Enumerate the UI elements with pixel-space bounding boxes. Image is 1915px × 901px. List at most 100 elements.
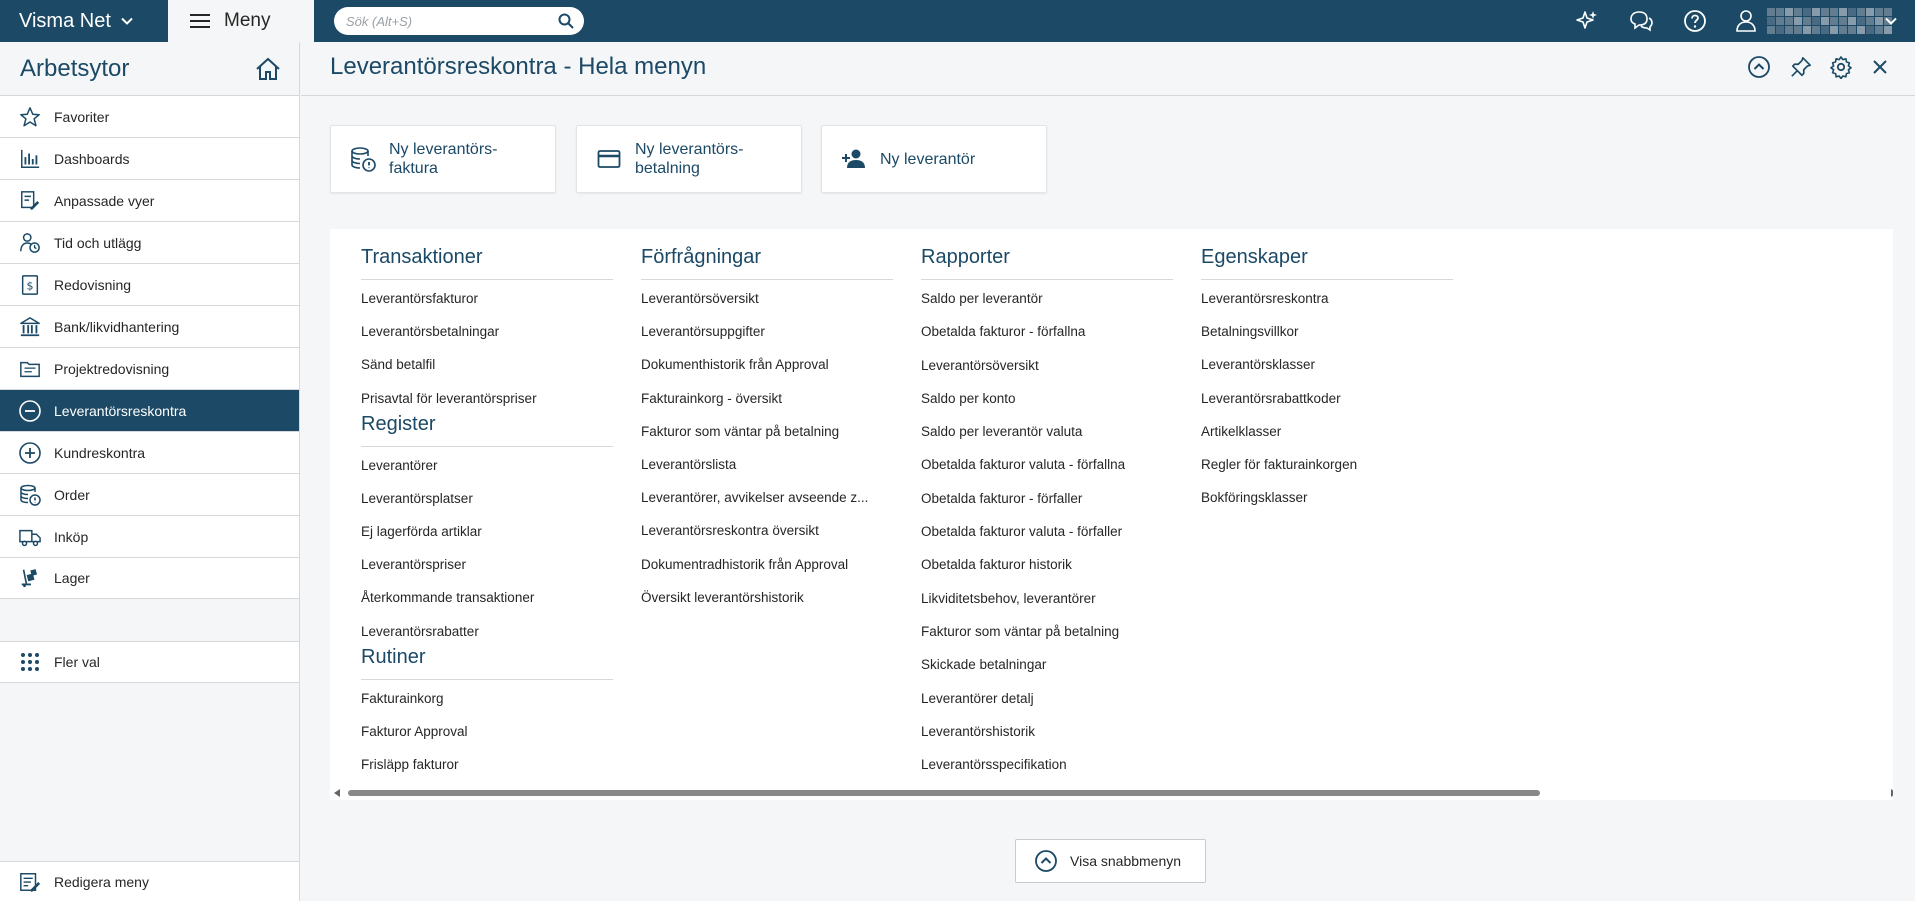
menu-link[interactable]: Leverantörer detalj xyxy=(921,690,1173,723)
sidebar-item-label: Lager xyxy=(54,570,90,586)
menu-link[interactable]: Saldo per leverantör valuta xyxy=(921,423,1173,456)
chat-icon[interactable] xyxy=(1628,8,1654,34)
user-menu-chevron-icon[interactable] xyxy=(1884,8,1898,34)
menu-link[interactable]: Dokumenthistorik från Approval xyxy=(641,356,893,389)
menu-link[interactable]: Obetalda fakturor - förfaller xyxy=(921,490,1173,523)
bank-icon xyxy=(18,315,42,339)
menu-link[interactable]: Leverantörsöversikt xyxy=(921,357,1173,390)
menu-link[interactable]: Ej lagerförda artiklar xyxy=(361,523,613,556)
sidebar: Arbetsytor Favoriter Dashboards Anpassad… xyxy=(0,42,300,901)
menu-link[interactable]: Skickade betalningar xyxy=(921,656,1173,689)
menu-link[interactable]: Dokumentradhistorik från Approval xyxy=(641,556,893,589)
menu-link[interactable]: Regler för fakturainkorgen xyxy=(1201,456,1453,489)
menu-link[interactable]: Bokföringsklasser xyxy=(1201,489,1453,522)
menu-link[interactable]: Saldo per leverantör xyxy=(921,290,1173,323)
horizontal-scrollbar[interactable] xyxy=(330,786,1893,800)
menu-link[interactable]: Leverantörsklasser xyxy=(1201,356,1453,389)
sidebar-item-redovisning[interactable]: $ Redovisning xyxy=(0,263,299,305)
new-supplier-invoice-tile[interactable]: Ny leverantörs- faktura xyxy=(330,125,556,193)
menu-link[interactable]: Leverantörsreskontra xyxy=(1201,290,1453,323)
menu-link[interactable]: Artikelklasser xyxy=(1201,423,1453,456)
menu-link[interactable]: Obetalda fakturor valuta - förfallna xyxy=(921,456,1173,489)
star-icon xyxy=(18,105,42,129)
sidebar-item-favoriter[interactable]: Favoriter xyxy=(0,95,299,137)
sidebar-item-label: Tid och utlägg xyxy=(54,234,142,251)
sidebar-item-label: Redovisning xyxy=(54,276,132,293)
help-icon[interactable] xyxy=(1682,8,1708,34)
menu-link[interactable]: Fakturor som väntar på betalning xyxy=(921,623,1173,656)
ledger-icon: $ xyxy=(18,273,42,297)
menu-link[interactable]: Fakturainkorg - översikt xyxy=(641,390,893,423)
menu-link[interactable]: Leverantörsplatser xyxy=(361,490,613,523)
scroll-right-arrow-icon[interactable] xyxy=(1891,789,1893,797)
section-title-transaktioner: Transaktioner xyxy=(361,243,613,280)
menu-link[interactable]: Sänd betalfil xyxy=(361,356,613,389)
new-supplier-payment-tile[interactable]: Ny leverantörs- betalning xyxy=(576,125,802,193)
sidebar-item-label: Bank/likvidhantering xyxy=(54,318,180,335)
sidebar-item-tid-och-utlagg[interactable]: Tid och utlägg xyxy=(0,221,299,263)
menu-link[interactable]: Prisavtal för leverantörspriser xyxy=(361,390,613,410)
settings-gear-icon[interactable] xyxy=(1826,52,1856,82)
sidebar-item-dashboards[interactable]: Dashboards xyxy=(0,137,299,179)
menu-link[interactable]: Fakturor som väntar på betalning xyxy=(641,423,893,456)
menu-link[interactable]: Betalningsvillkor xyxy=(1201,323,1453,356)
menu-link[interactable]: Leverantörsfakturor xyxy=(361,290,613,323)
menu-link[interactable]: Fakturor Approval xyxy=(361,723,613,756)
sidebar-item-inkop[interactable]: Inköp xyxy=(0,515,299,557)
menu-link[interactable]: Leverantörshistorik xyxy=(921,723,1173,756)
menu-link[interactable]: Fakturainkorg xyxy=(361,690,613,723)
menu-link[interactable]: Leverantörer xyxy=(361,457,613,490)
minus-circle-icon xyxy=(18,399,42,423)
menu-link[interactable]: Leverantörsuppgifter xyxy=(641,323,893,356)
menu-link[interactable]: Leverantörsbetalningar xyxy=(361,323,613,356)
search-input[interactable] xyxy=(346,13,558,29)
menu-link[interactable]: Obetalda fakturor - förfallna xyxy=(921,323,1173,356)
horizontal-scroll-thumb[interactable] xyxy=(348,790,1540,796)
show-quick-menu-button[interactable]: Visa snabbmenyn xyxy=(1015,839,1206,883)
menu-link[interactable]: Leverantörsreskontra översikt xyxy=(641,522,893,555)
menu-link[interactable]: Leverantörsrabatter xyxy=(361,623,613,643)
sidebar-item-order[interactable]: Order xyxy=(0,473,299,515)
sidebar-item-kundreskontra[interactable]: Kundreskontra xyxy=(0,431,299,473)
menu-link[interactable]: Leverantörspriser xyxy=(361,556,613,589)
edit-menu-button[interactable]: Redigera meny xyxy=(0,861,299,901)
sparkle-icon[interactable] xyxy=(1574,8,1600,34)
sidebar-item-bank[interactable]: Bank/likvidhantering xyxy=(0,305,299,347)
time-expense-icon xyxy=(18,231,42,255)
menu-link[interactable]: Leverantörer, avvikelser avseende z... xyxy=(641,489,893,522)
collapse-up-icon[interactable] xyxy=(1744,52,1774,82)
menu-link[interactable]: Obetalda fakturor historik xyxy=(921,556,1173,589)
user-avatar-blurred[interactable] xyxy=(1767,8,1892,34)
sidebar-item-projektredovisning[interactable]: Projektredovisning xyxy=(0,347,299,389)
new-supplier-tile[interactable]: Ny leverantör xyxy=(821,125,1047,193)
sidebar-item-label: Leverantörsreskontra xyxy=(54,402,187,419)
menu-link[interactable]: Likviditetsbehov, leverantörer xyxy=(921,590,1173,623)
sidebar-item-fler-val[interactable]: Fler val xyxy=(0,641,299,683)
search-box xyxy=(334,7,584,35)
sidebar-item-anpassade-vyer[interactable]: Anpassade vyer xyxy=(0,179,299,221)
menu-link[interactable]: Obetalda fakturor valuta - förfaller xyxy=(921,523,1173,556)
menu-link[interactable]: Leverantörsrabattkoder xyxy=(1201,390,1453,423)
menu-link[interactable]: Återkommande transaktioner xyxy=(361,589,613,622)
home-icon[interactable] xyxy=(255,57,281,81)
full-menu-panel: Transaktioner Leverantörsfakturor Levera… xyxy=(330,229,1893,800)
sidebar-item-lager[interactable]: Lager xyxy=(0,557,299,599)
user-icon[interactable] xyxy=(1733,8,1759,34)
app-switcher[interactable]: Visma Net xyxy=(0,0,168,42)
sidebar-item-label: Projektredovisning xyxy=(54,360,170,377)
menu-tab[interactable]: Meny xyxy=(168,0,314,42)
pin-icon[interactable] xyxy=(1786,52,1816,82)
menu-link[interactable]: Leverantörslista xyxy=(641,456,893,489)
scroll-left-arrow-icon[interactable] xyxy=(334,789,340,797)
menu-link[interactable]: Översikt leverantörshistorik xyxy=(641,589,893,622)
truck-icon xyxy=(18,525,42,549)
menu-link[interactable]: Leverantörsspecifikation xyxy=(921,756,1173,789)
search-icon[interactable] xyxy=(558,13,574,29)
menu-link[interactable]: Saldo per konto xyxy=(921,390,1173,423)
close-icon[interactable] xyxy=(1865,52,1895,82)
sidebar-header: Arbetsytor xyxy=(0,42,299,95)
menu-link[interactable]: Leverantörsöversikt xyxy=(641,290,893,323)
sidebar-item-leverantorsreskontra[interactable]: Leverantörsreskontra xyxy=(0,389,299,431)
menu-link[interactable]: Frisläpp fakturor xyxy=(361,756,613,789)
sidebar-item-label: Dashboards xyxy=(54,150,130,167)
